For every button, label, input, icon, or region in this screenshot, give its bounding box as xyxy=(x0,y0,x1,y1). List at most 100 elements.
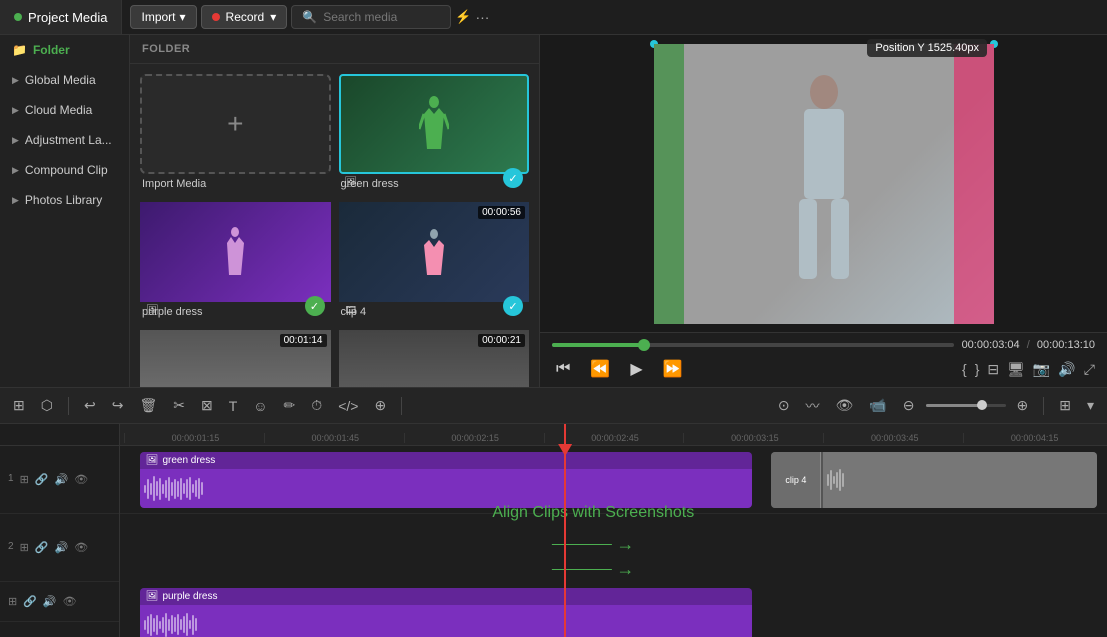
split-icon[interactable]: ⊟ xyxy=(987,361,999,378)
sidebar-label: Photos Library xyxy=(25,193,102,207)
record-button[interactable]: Record ▾ xyxy=(201,5,288,29)
media-item-row3b[interactable]: 00:00:21 xyxy=(339,330,530,387)
play-button[interactable]: ▶ xyxy=(626,357,646,381)
position-tooltip: Position Y 1525.40px xyxy=(867,39,987,57)
record-dot xyxy=(212,13,220,21)
zoom-knob[interactable] xyxy=(977,400,987,410)
tl-separator3 xyxy=(1043,397,1044,415)
fullscreen-icon[interactable]: ⤢ xyxy=(1084,361,1095,378)
tl-redo-button[interactable]: ↪ xyxy=(107,394,129,417)
media-item-purple-dress[interactable]: ✓ 🖼 purple dress xyxy=(140,202,331,322)
import-media-item[interactable]: + Import Media xyxy=(140,74,331,194)
tl-chevron-button[interactable]: ▾ xyxy=(1082,394,1099,417)
import-button[interactable]: Import ▾ xyxy=(130,5,196,29)
preview-controls: 00:00:03:04 / 00:00:13:10 ⏮ ⏪ ▶ ⏩ { } ⊟ … xyxy=(540,332,1107,387)
wave-bar xyxy=(153,618,155,632)
progress-bar[interactable] xyxy=(552,343,954,347)
progress-knob[interactable] xyxy=(638,339,650,351)
clip-purple-dress[interactable]: 🖼 purple dress xyxy=(140,588,752,637)
wave-bar xyxy=(177,614,179,635)
sidebar-label: Adjustment La... xyxy=(25,133,112,147)
tl-grid-button[interactable]: ⊞ xyxy=(1054,394,1076,417)
track2-icon-d[interactable]: 👁 xyxy=(74,541,88,554)
tl-magnet-button[interactable]: ⊙ xyxy=(773,394,795,417)
project-media-tab[interactable]: Project Media xyxy=(0,0,122,34)
tl-wave-button[interactable]: 〰 xyxy=(801,393,825,419)
media-item-green-dress[interactable]: ✓ 🖼 green dress xyxy=(339,74,530,194)
tl-cut-button[interactable]: ✂ xyxy=(168,394,190,417)
clip4-duration: 00:00:56 xyxy=(478,206,525,219)
tl-minus-button[interactable]: ⊖ xyxy=(898,394,920,417)
sidebar-item-cloud-media[interactable]: ▶ Cloud Media xyxy=(0,95,129,125)
track3-icon-c[interactable]: 🔊 xyxy=(43,595,57,608)
wave-bar xyxy=(156,481,158,496)
wave-bar xyxy=(171,615,173,634)
track1-icon-b[interactable]: 🔗 xyxy=(35,473,49,486)
camera-icon[interactable]: 📷 xyxy=(1033,361,1050,378)
track3-icon-d[interactable]: 👁 xyxy=(63,595,77,608)
tl-eye-button[interactable]: 👁 xyxy=(831,394,859,417)
image-type-icon: 🖼 xyxy=(345,177,358,188)
clip-green-dress[interactable]: 🖼 green dress xyxy=(140,452,752,508)
frame-back-button[interactable]: ⏪ xyxy=(586,357,614,381)
clip-green-dress-label: green dress xyxy=(162,455,215,466)
skip-back-button[interactable]: ⏮ xyxy=(552,358,574,380)
import-chevron: ▾ xyxy=(180,10,186,24)
wave-bar xyxy=(153,476,155,501)
purple-dress-label: purple dress xyxy=(140,302,331,322)
project-media-label: Project Media xyxy=(28,10,107,25)
tl-right: ⊙ 〰 👁 📹 ⊖ ⊕ ⊞ ▾ xyxy=(773,393,1099,419)
track1-icon-d[interactable]: 👁 xyxy=(74,473,88,486)
align-annotation: Align Clips with Screenshots → → xyxy=(492,504,694,580)
tl-plus-button[interactable]: ⊕ xyxy=(1012,394,1034,417)
tl-copy-button[interactable]: ⊕ xyxy=(369,394,391,417)
tl-crop-button[interactable]: ⊠ xyxy=(196,394,218,417)
sidebar-item-global-media[interactable]: ▶ Global Media xyxy=(0,65,129,95)
filter-icon[interactable]: ⚡ xyxy=(455,9,471,25)
playhead[interactable] xyxy=(564,446,566,637)
clip-4-block[interactable]: clip 4 xyxy=(771,452,1097,508)
wave-bar xyxy=(201,482,203,495)
tl-undo-button[interactable]: ↩ xyxy=(79,394,101,417)
zoom-track[interactable] xyxy=(926,404,1006,407)
trim-start-icon[interactable]: { xyxy=(962,361,967,377)
arrow-right-1: → xyxy=(616,534,634,555)
tl-text-button[interactable]: T xyxy=(224,395,243,417)
clip4-waveform xyxy=(823,452,1097,508)
frame-forward-button[interactable]: ⏩ xyxy=(659,357,687,381)
track3-icon-b[interactable]: 🔗 xyxy=(23,595,37,608)
wave-bar xyxy=(830,470,832,490)
sidebar-item-compound-clip[interactable]: ▶ Compound Clip xyxy=(0,155,129,185)
track1-icon-c[interactable]: 🔊 xyxy=(54,473,68,486)
tl-timer-button[interactable]: ⏱ xyxy=(306,394,327,417)
tl-sticker-button[interactable]: ☺ xyxy=(248,395,272,417)
track2-icon-c[interactable]: 🔊 xyxy=(54,541,68,554)
track3-icon-a[interactable]: ⊞ xyxy=(8,595,17,608)
sidebar-item-photos-library[interactable]: ▶ Photos Library xyxy=(0,185,129,215)
tl-code-button[interactable]: </> xyxy=(333,395,363,417)
sidebar-label: Cloud Media xyxy=(25,103,92,117)
track2-icon-b[interactable]: 🔗 xyxy=(35,541,49,554)
import-media-box[interactable]: + xyxy=(140,74,331,174)
tl-camera2-button[interactable]: 📹 xyxy=(864,394,891,417)
more-icon[interactable]: ··· xyxy=(475,9,489,25)
search-bar[interactable]: 🔍 Search media xyxy=(291,5,451,29)
wave-bar xyxy=(159,621,161,629)
sidebar-folder[interactable]: 📁 Folder xyxy=(0,35,129,65)
audio-icon[interactable]: 🔊 xyxy=(1058,361,1075,378)
tl-undo-placeholder[interactable]: ⊞ xyxy=(8,394,30,417)
track1-icon-a[interactable]: ⊞ xyxy=(20,473,29,486)
track2-icon-a[interactable]: ⊞ xyxy=(20,541,29,554)
media-item-row3a[interactable]: 00:01:14 xyxy=(140,330,331,387)
tl-edit-button[interactable]: ✏ xyxy=(279,394,301,417)
purple-dress-check-icon: ✓ xyxy=(305,296,325,316)
ruler-playhead xyxy=(564,424,566,445)
tl-select-tool[interactable]: ⬡ xyxy=(36,394,58,417)
monitor-icon[interactable]: 🖥 xyxy=(1007,361,1025,378)
media-item-clip4[interactable]: 00:00:56 ✓ 🎞 clip 4 xyxy=(339,202,530,322)
sidebar-item-adjustment[interactable]: ▶ Adjustment La... xyxy=(0,125,129,155)
wave-bar xyxy=(177,481,179,497)
trim-end-icon[interactable]: } xyxy=(975,361,980,377)
tl-delete-button[interactable]: 🗑 xyxy=(134,394,162,417)
wave-bar xyxy=(836,472,838,488)
